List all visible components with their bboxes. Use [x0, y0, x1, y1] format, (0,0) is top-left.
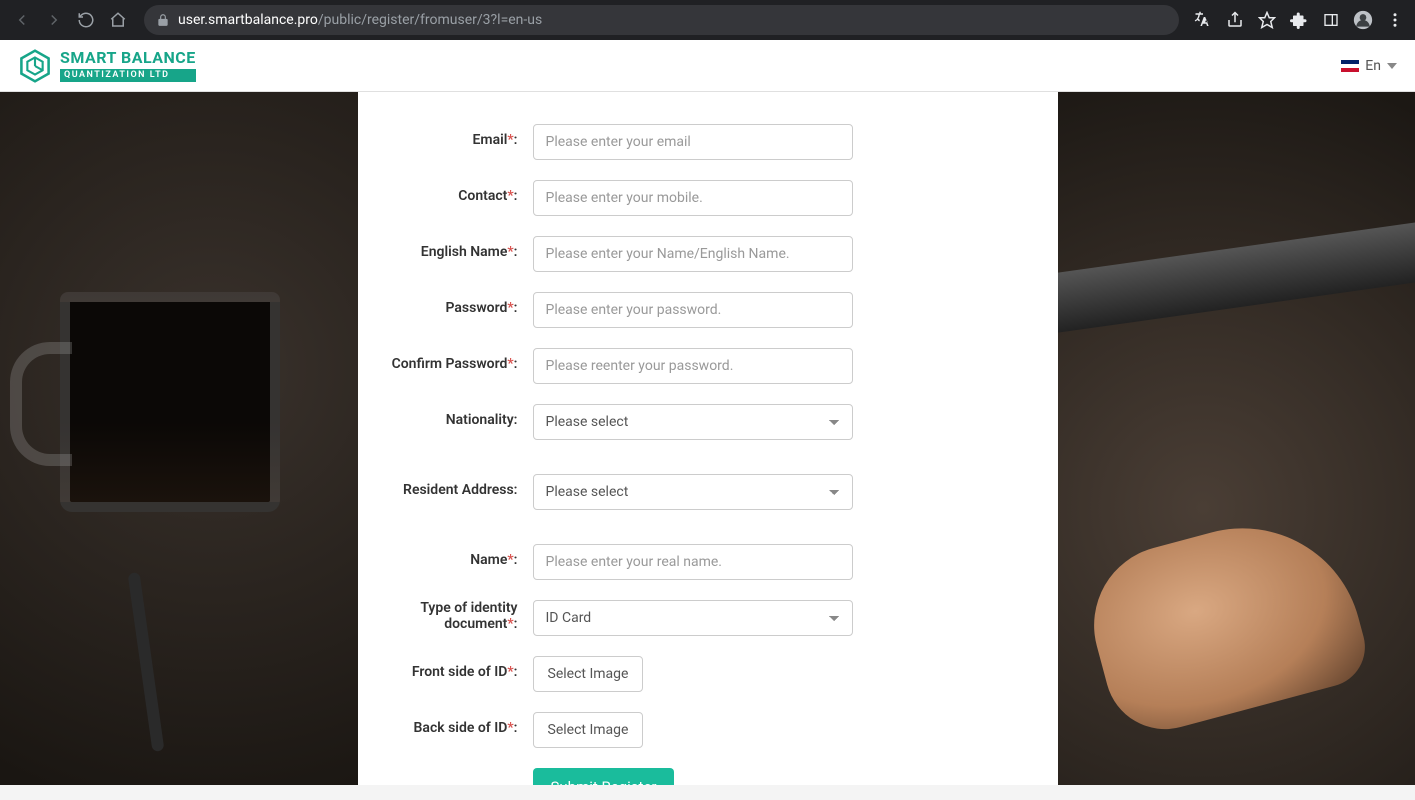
translate-icon[interactable] [1191, 8, 1215, 32]
page-background: Email*: Contact*: English Name*: Passwor… [0, 92, 1415, 785]
address-bar[interactable]: user.smartbalance.pro/public/register/fr… [144, 5, 1179, 35]
english-name-label: English Name*: [358, 236, 533, 260]
extensions-icon[interactable] [1287, 8, 1311, 32]
chevron-down-icon [1387, 61, 1397, 71]
password-field[interactable] [533, 292, 853, 328]
lock-icon [156, 13, 170, 27]
contact-field[interactable] [533, 180, 853, 216]
register-form: Email*: Contact*: English Name*: Passwor… [358, 92, 1058, 785]
url-text: user.smartbalance.pro/public/register/fr… [178, 12, 542, 28]
flag-icon [1341, 60, 1359, 72]
submit-register-button[interactable]: Submit Register [533, 768, 675, 785]
back-id-label: Back side of ID*: [358, 712, 533, 736]
browser-toolbar: user.smartbalance.pro/public/register/fr… [0, 0, 1415, 40]
nationality-select[interactable]: Please select [533, 404, 853, 440]
english-name-field[interactable] [533, 236, 853, 272]
logo-icon [18, 49, 52, 83]
email-field[interactable] [533, 124, 853, 160]
front-id-upload[interactable]: Select Image [533, 656, 644, 692]
share-icon[interactable] [1223, 8, 1247, 32]
footer-strip [0, 785, 1415, 800]
name-label: Name*: [358, 544, 533, 568]
doctype-label: Type of identity document*: [358, 600, 533, 632]
logo[interactable]: SMART BALANCE QUANTIZATION LTD [18, 49, 196, 83]
confirm-password-label: Confirm Password*: [358, 348, 533, 372]
front-id-label: Front side of ID*: [358, 656, 533, 680]
logo-title: SMART BALANCE [60, 50, 196, 66]
panel-icon[interactable] [1319, 8, 1343, 32]
nationality-label: Nationality: [358, 404, 533, 428]
resident-address-label: Resident Address: [358, 474, 533, 498]
resident-address-select[interactable]: Please select [533, 474, 853, 510]
back-id-upload[interactable]: Select Image [533, 712, 644, 748]
email-label: Email*: [358, 124, 533, 148]
back-button[interactable] [8, 6, 36, 34]
home-button[interactable] [104, 6, 132, 34]
password-label: Password*: [358, 292, 533, 316]
doctype-select[interactable]: ID Card [533, 600, 853, 636]
confirm-password-field[interactable] [533, 348, 853, 384]
language-switcher[interactable]: En [1341, 58, 1397, 74]
contact-label: Contact*: [358, 180, 533, 204]
forward-button[interactable] [40, 6, 68, 34]
language-label: En [1365, 58, 1381, 74]
profile-icon[interactable] [1351, 8, 1375, 32]
name-field[interactable] [533, 544, 853, 580]
logo-subtitle: QUANTIZATION LTD [60, 69, 196, 82]
menu-icon[interactable] [1383, 8, 1407, 32]
reload-button[interactable] [72, 6, 100, 34]
site-header: SMART BALANCE QUANTIZATION LTD En [0, 40, 1415, 92]
bookmark-icon[interactable] [1255, 8, 1279, 32]
